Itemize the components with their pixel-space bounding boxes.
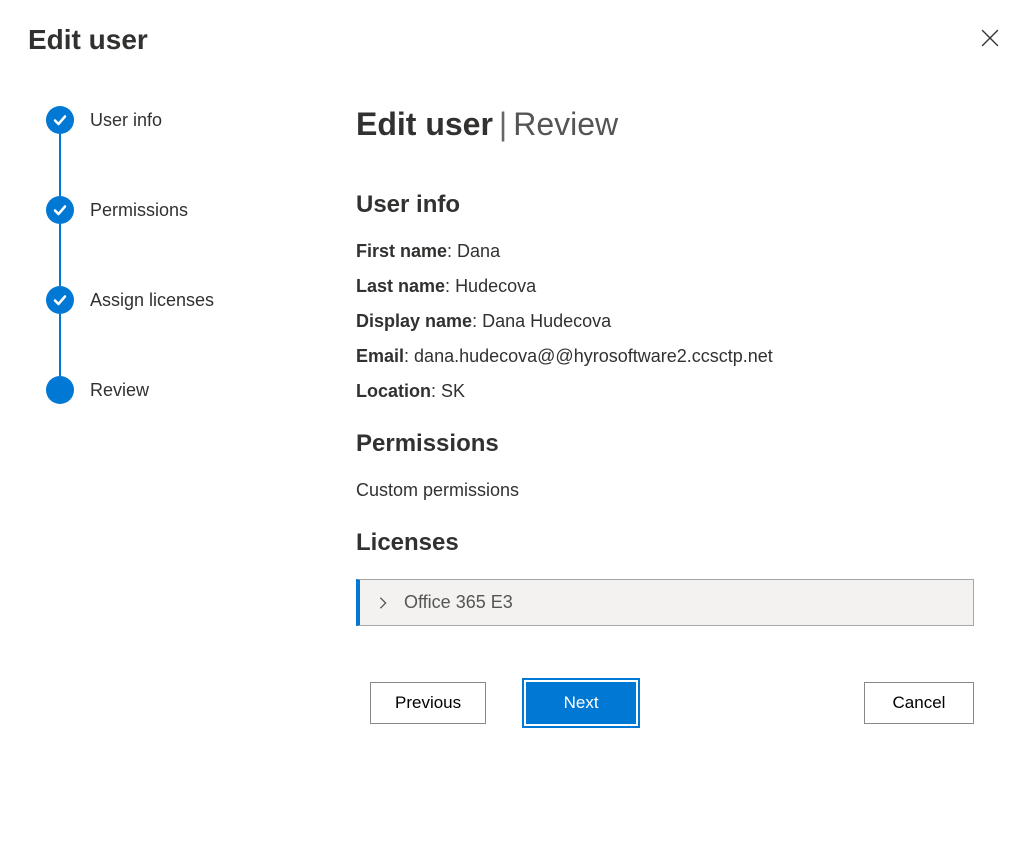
step-connector <box>59 134 61 196</box>
row-location: Location: SK <box>356 381 1003 402</box>
next-button[interactable]: Next <box>526 682 636 724</box>
chevron-right-icon <box>376 596 390 610</box>
page-heading: Edit user|Review <box>356 106 1003 143</box>
license-name: Office 365 E3 <box>404 592 513 613</box>
step-connector <box>59 314 61 376</box>
check-icon <box>52 292 68 308</box>
step-circle-current <box>46 376 74 404</box>
location-label: Location <box>356 381 431 401</box>
step-assign-licenses[interactable]: Assign licenses <box>46 286 296 314</box>
step-connector <box>59 224 61 286</box>
row-email: Email: dana.hudecova@@hyrosoftware2.ccsc… <box>356 346 1003 367</box>
section-user-info-heading: User info <box>356 191 1003 219</box>
wizard-footer: Previous Next Cancel <box>356 682 974 724</box>
last-name-value: Hudecova <box>455 276 536 296</box>
page-subtitle: Review <box>513 106 618 142</box>
step-label: Assign licenses <box>90 290 214 311</box>
step-circle-complete <box>46 106 74 134</box>
email-label: Email <box>356 346 404 366</box>
section-licenses-heading: Licenses <box>356 529 1003 557</box>
step-label: Permissions <box>90 200 188 221</box>
first-name-label: First name <box>356 241 447 261</box>
display-name-value: Dana Hudecova <box>482 311 611 331</box>
row-display-name: Display name: Dana Hudecova <box>356 311 1003 332</box>
step-user-info[interactable]: User info <box>46 106 296 134</box>
close-button[interactable] <box>977 25 1003 55</box>
step-circle-complete <box>46 196 74 224</box>
email-value: dana.hudecova@@hyrosoftware2.ccsctp.net <box>414 346 773 366</box>
cancel-button[interactable]: Cancel <box>864 682 974 724</box>
step-permissions[interactable]: Permissions <box>46 196 296 224</box>
check-icon <box>52 202 68 218</box>
page-title: Edit user <box>356 106 493 142</box>
section-permissions-heading: Permissions <box>356 430 1003 458</box>
first-name-value: Dana <box>457 241 500 261</box>
step-label: Review <box>90 380 149 401</box>
display-name-label: Display name <box>356 311 472 331</box>
wizard-stepper: User info Permissions Assign licenses Re… <box>46 106 296 724</box>
row-first-name: First name: Dana <box>356 241 1003 262</box>
close-icon <box>981 29 999 47</box>
location-value: SK <box>441 381 465 401</box>
dialog-title: Edit user <box>28 24 148 56</box>
permissions-text: Custom permissions <box>356 480 1003 501</box>
main-content: Edit user|Review User info First name: D… <box>296 106 1003 724</box>
dialog-header: Edit user <box>0 0 1035 56</box>
check-icon <box>52 112 68 128</box>
step-review[interactable]: Review <box>46 376 296 404</box>
step-label: User info <box>90 110 162 131</box>
row-last-name: Last name: Hudecova <box>356 276 1003 297</box>
title-divider: | <box>499 106 507 142</box>
step-circle-complete <box>46 286 74 314</box>
last-name-label: Last name <box>356 276 445 296</box>
license-item[interactable]: Office 365 E3 <box>356 579 974 626</box>
previous-button[interactable]: Previous <box>370 682 486 724</box>
